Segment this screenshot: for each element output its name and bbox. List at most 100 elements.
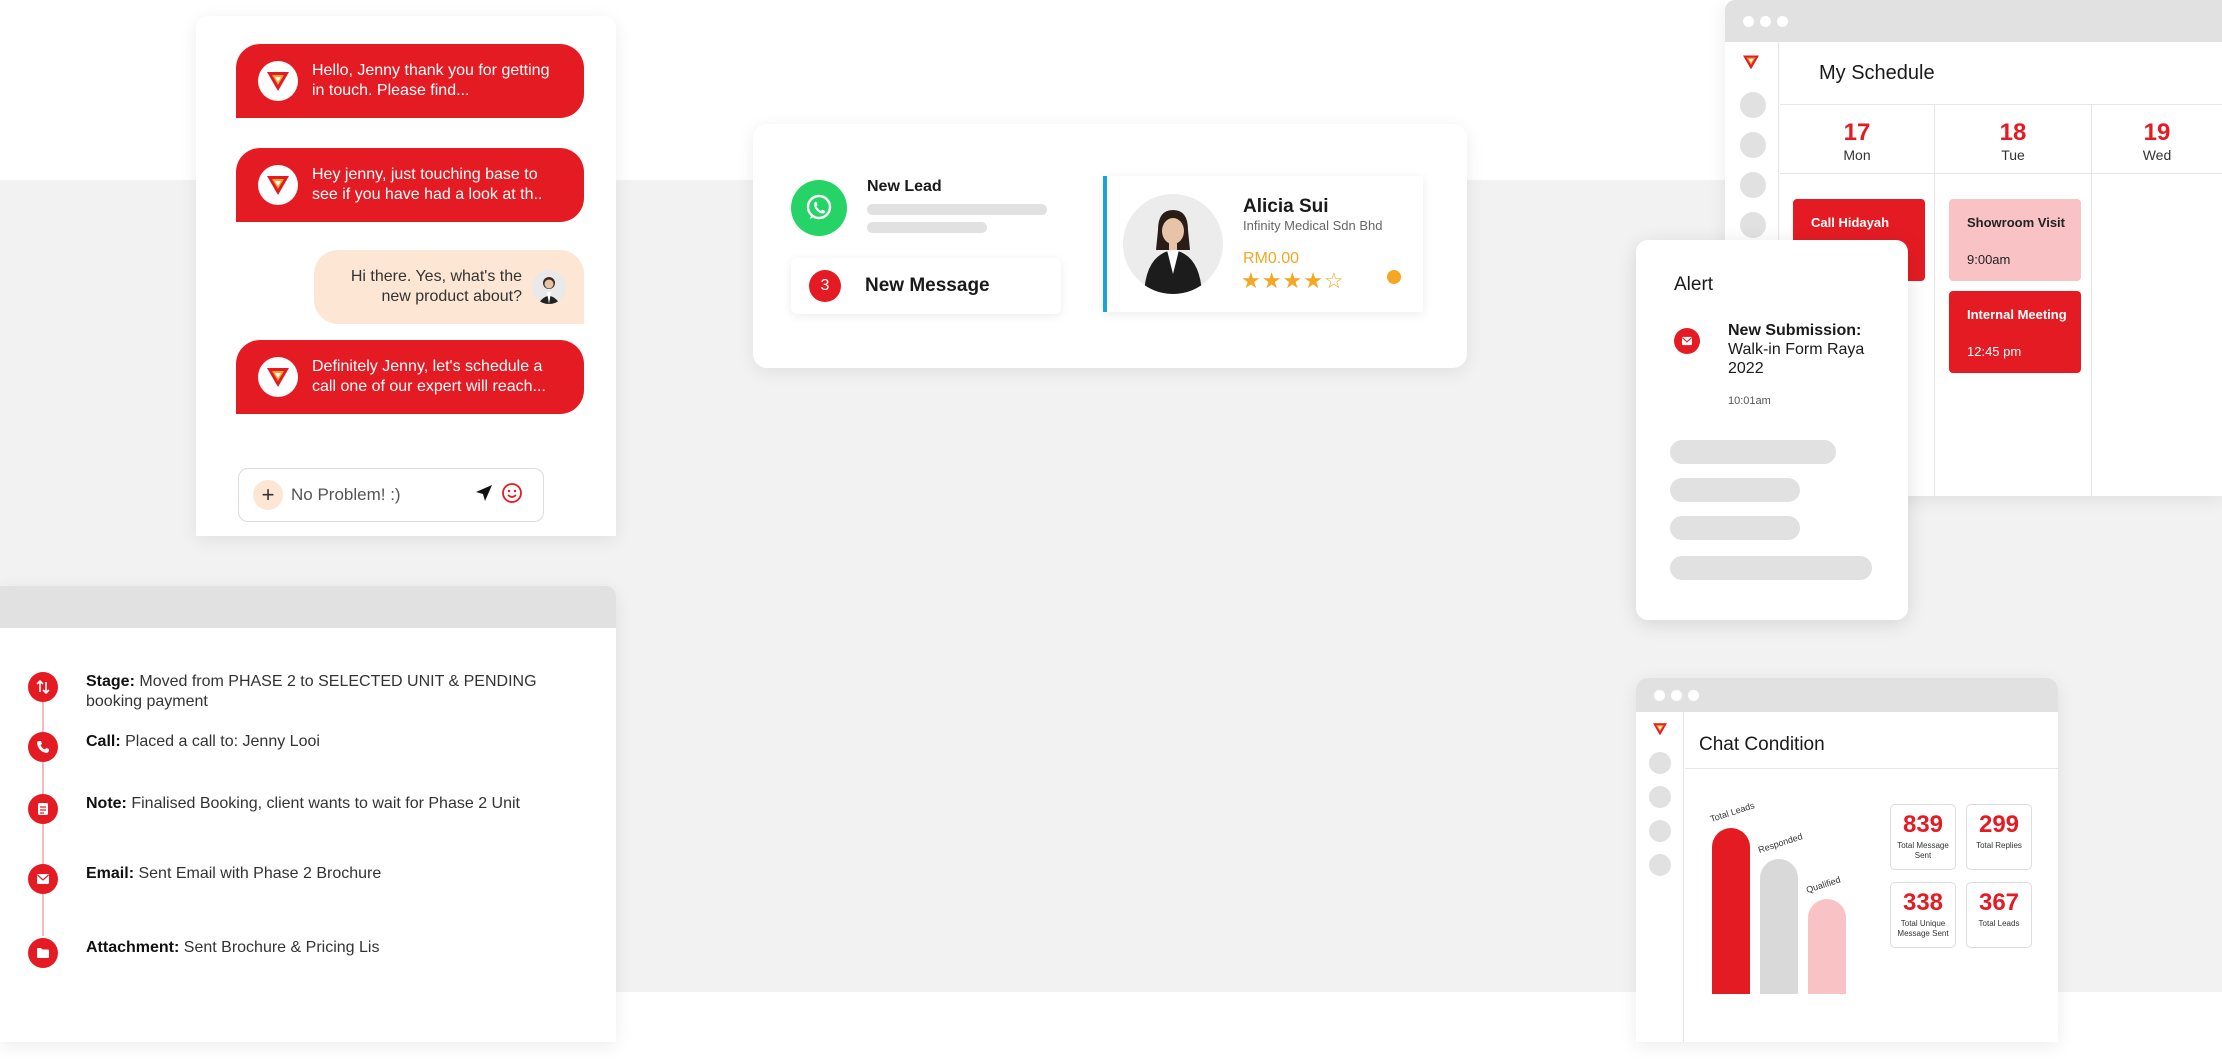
smiley-icon[interactable]	[501, 482, 523, 509]
timeline-item: Note: Finalised Booking, client wants to…	[28, 794, 566, 824]
day-number: 19	[2143, 119, 2171, 146]
timeline-item-text: Placed a call to: Jenny Looi	[125, 733, 320, 750]
contact-name: Alicia Sui	[1243, 196, 1329, 217]
stat-card: 367 Total Leads	[1966, 882, 2032, 948]
folder-icon	[28, 938, 58, 968]
sidebar-nav-item[interactable]	[1649, 786, 1671, 808]
chat-message-input[interactable]	[291, 485, 471, 505]
stat-label: Total Leads	[1978, 919, 2020, 928]
star-filled-icon: ★	[1303, 268, 1324, 293]
status-indicator	[1387, 270, 1401, 284]
stat-card: 338 Total Unique Message Sent	[1890, 882, 1956, 948]
whatsapp-icon	[791, 180, 847, 236]
star-filled-icon: ★	[1261, 268, 1283, 293]
new-message-label: New Message	[865, 275, 990, 296]
skeleton-line	[867, 222, 987, 233]
brand-logo-icon	[258, 357, 298, 397]
new-message-notification[interactable]: 3 New Message	[791, 258, 1061, 314]
timeline-item-label: Stage:	[86, 673, 135, 690]
sidebar-nav-item[interactable]	[1649, 752, 1671, 774]
window-titlebar	[1636, 678, 2058, 712]
timeline-item: Attachment: Sent Brochure & Pricing Lis	[28, 938, 566, 968]
timeline-item: Call: Placed a call to: Jenny Looi	[28, 732, 566, 762]
sidebar-nav-item[interactable]	[1649, 820, 1671, 842]
alert-heading: New Submission:	[1728, 322, 1862, 339]
timeline-item-label: Attachment:	[86, 939, 180, 956]
message-count-badge: 3	[809, 270, 841, 302]
new-lead-label: New Lead	[867, 178, 942, 195]
chat-condition-window: Chat Condition Total Leads Responded Quali…	[1636, 678, 2058, 1042]
window-dot	[1688, 689, 1699, 701]
chart-bar	[1808, 899, 1846, 994]
note-icon	[28, 794, 58, 824]
rating-stars: ★★★★☆	[1241, 268, 1345, 294]
star-filled-icon: ★	[1241, 268, 1262, 293]
timeline-header-bar	[0, 586, 616, 628]
day-name: Wed	[2142, 147, 2172, 163]
star-filled-icon: ★	[1282, 268, 1304, 293]
chart-bar-label: Qualified	[1804, 874, 1842, 895]
alert-panel: Alert New Submission: Walk-in Form Raya …	[1636, 240, 1908, 620]
timeline-item-label: Email:	[86, 865, 135, 882]
event-title: Internal Meeting	[1967, 307, 2067, 322]
day-name: Mon	[1843, 147, 1871, 163]
star-empty-icon: ☆	[1323, 268, 1345, 293]
chart-bar-label: Total Leads	[1708, 800, 1756, 824]
day-number: 18	[1999, 119, 2027, 146]
schedule-event[interactable]: Showroom Visit 9:00am	[1949, 199, 2081, 281]
timeline-item-label: Note:	[86, 795, 127, 812]
chat-panel: Hello, Jenny thank you for getting in to…	[196, 16, 616, 536]
timeline-item-text: Finalised Booking, client wants to wait …	[131, 795, 520, 812]
timeline-item-text: Sent Email with Phase 2 Brochure	[138, 865, 382, 882]
contact-photo	[1123, 194, 1223, 294]
sidebar-nav-item[interactable]	[1740, 132, 1766, 158]
send-icon[interactable]	[475, 484, 493, 507]
stat-value: 367	[1978, 889, 2020, 916]
chat-message-text: Hey jenny, just touching base to see if …	[312, 166, 543, 203]
timeline-item: Email: Sent Email with Phase 2 Brochure	[28, 864, 566, 894]
window-dot	[1743, 15, 1754, 27]
alert-time: 10:01am	[1728, 395, 1771, 407]
mail-icon	[1674, 328, 1700, 354]
chat-message-agent: Hey jenny, just touching base to see if …	[236, 148, 584, 222]
chat-message-agent: Hello, Jenny thank you for getting in to…	[236, 44, 584, 118]
contact-profile-card[interactable]: Alicia Sui Infinity Medical Sdn Bhd RM0.…	[1103, 176, 1423, 312]
phone-icon	[28, 732, 58, 762]
arrows-updown-icon	[28, 672, 58, 702]
sidebar-nav-item[interactable]	[1740, 92, 1766, 118]
plus-icon[interactable]: +	[253, 480, 283, 510]
timeline-item-text: Sent Brochure & Pricing Lis	[183, 939, 380, 956]
title-divider	[1685, 768, 2058, 769]
stat-label: Total Unique Message Sent	[1897, 919, 1949, 938]
lead-card: New Lead 3 New Message Alicia Sui Infini…	[753, 124, 1467, 368]
skeleton-line	[1670, 516, 1800, 540]
sidebar-nav-item[interactable]	[1740, 172, 1766, 198]
schedule-title: My Schedule	[1819, 62, 1935, 84]
timeline-item: Stage: Moved from PHASE 2 to SELECTED UN…	[28, 672, 566, 712]
event-title: Showroom Visit	[1967, 215, 2065, 230]
event-title: Call Hidayah	[1811, 215, 1890, 230]
day-name: Tue	[2001, 147, 2025, 163]
stat-card: 299 Total Replies	[1966, 804, 2032, 870]
sidebar-nav-item[interactable]	[1740, 212, 1766, 238]
brand-logo-icon	[258, 61, 298, 101]
chart-bar	[1760, 859, 1798, 994]
sidebar-nav-item[interactable]	[1649, 854, 1671, 876]
chat-message-agent: Definitely Jenny, let's schedule a call …	[236, 340, 584, 414]
stat-label: Total Message Sent	[1897, 841, 1949, 860]
alert-subject: Walk-in Form Raya 2022	[1728, 341, 1865, 377]
chat-condition-sidebar	[1636, 712, 1684, 1042]
window-dot	[1654, 689, 1665, 701]
mail-icon	[28, 864, 58, 894]
day-number: 17	[1843, 119, 1871, 146]
stat-value: 299	[1978, 811, 2020, 838]
chat-compose-box: +	[238, 468, 544, 522]
brand-logo-icon	[1742, 54, 1760, 75]
event-time: 12:45 pm	[1967, 344, 2022, 359]
window-dot	[1760, 15, 1771, 27]
window-dot	[1671, 689, 1682, 701]
schedule-event[interactable]: Internal Meeting 12:45 pm	[1949, 291, 2081, 373]
day-column: 19 Wed	[2092, 105, 2222, 497]
brand-logo-icon	[258, 165, 298, 205]
chat-message-customer: Hi there. Yes, what's the new product ab…	[314, 250, 584, 324]
